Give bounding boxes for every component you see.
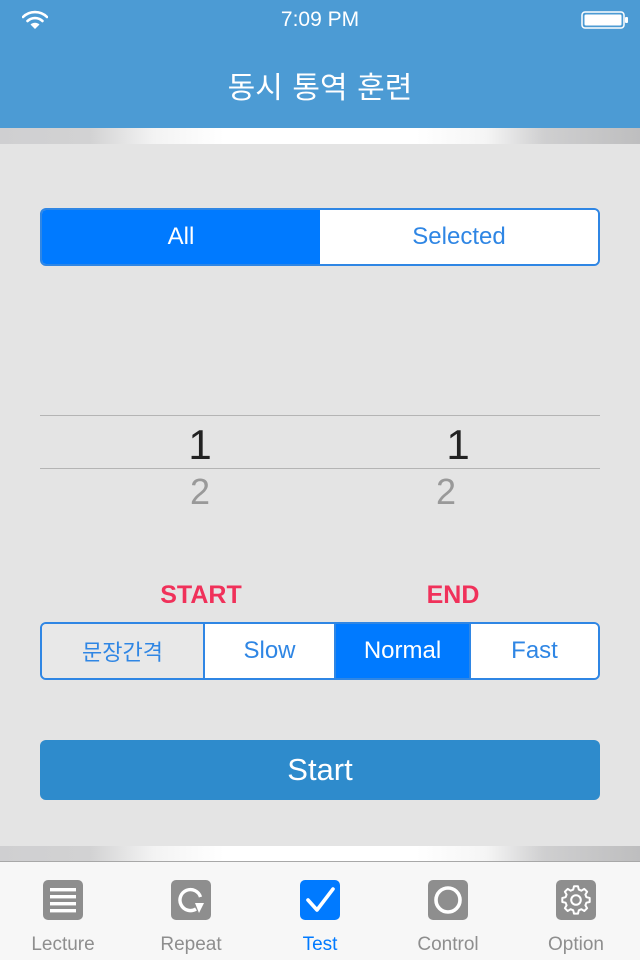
tab-control[interactable]: Control — [384, 862, 512, 960]
list-icon — [43, 880, 83, 920]
segment-selected[interactable]: Selected — [320, 210, 598, 264]
segment-normal[interactable]: Normal — [334, 624, 469, 678]
segment-slow[interactable]: Slow — [203, 624, 334, 678]
battery-icon — [581, 11, 628, 29]
segment-all[interactable]: All — [42, 210, 320, 264]
tab-lecture[interactable]: Lecture — [0, 862, 126, 960]
segment-fast[interactable]: Fast — [469, 624, 598, 678]
tab-bar: Lecture Repeat Test Control Option — [0, 862, 640, 960]
tabbar-shadow-divider — [0, 846, 640, 862]
tab-option[interactable]: Option — [512, 862, 640, 960]
end-next-value[interactable]: 2 — [374, 471, 518, 513]
tab-test[interactable]: Test — [256, 862, 384, 960]
end-picker-column[interactable]: 1 2 — [418, 415, 518, 515]
tab-label: Option — [548, 934, 604, 955]
page-title: 동시 통역 훈련 — [227, 71, 413, 106]
navigation-header: 7:09 PM 동시 통역 훈련 — [0, 0, 640, 128]
checkmark-icon — [300, 880, 340, 920]
start-picker-column[interactable]: 1 2 — [150, 415, 250, 515]
repeat-icon — [171, 880, 211, 920]
scope-segmented-control[interactable]: All Selected — [40, 208, 600, 266]
speed-segmented-control[interactable]: 문장간격 Slow Normal Fast — [40, 622, 600, 680]
status-time: 7:09 PM — [280, 8, 360, 31]
tab-label: Test — [302, 934, 338, 955]
status-bar: 7:09 PM — [0, 0, 640, 40]
tab-repeat[interactable]: Repeat — [126, 862, 256, 960]
tab-label: Control — [417, 934, 479, 955]
start-label: START — [160, 581, 242, 609]
start-next-value[interactable]: 2 — [150, 471, 250, 513]
end-label: END — [426, 581, 480, 609]
tab-label: Repeat — [160, 934, 222, 955]
end-selected-value[interactable]: 1 — [398, 421, 518, 469]
start-button[interactable]: Start — [40, 740, 600, 800]
start-selected-value[interactable]: 1 — [150, 421, 250, 469]
circle-icon — [428, 880, 468, 920]
range-picker[interactable]: 1 2 1 2 — [40, 415, 600, 515]
gear-icon — [556, 880, 596, 920]
tab-label: Lecture — [31, 934, 95, 955]
segment-sentence-interval[interactable]: 문장간격 — [42, 624, 203, 678]
header-shadow-divider — [0, 128, 640, 144]
